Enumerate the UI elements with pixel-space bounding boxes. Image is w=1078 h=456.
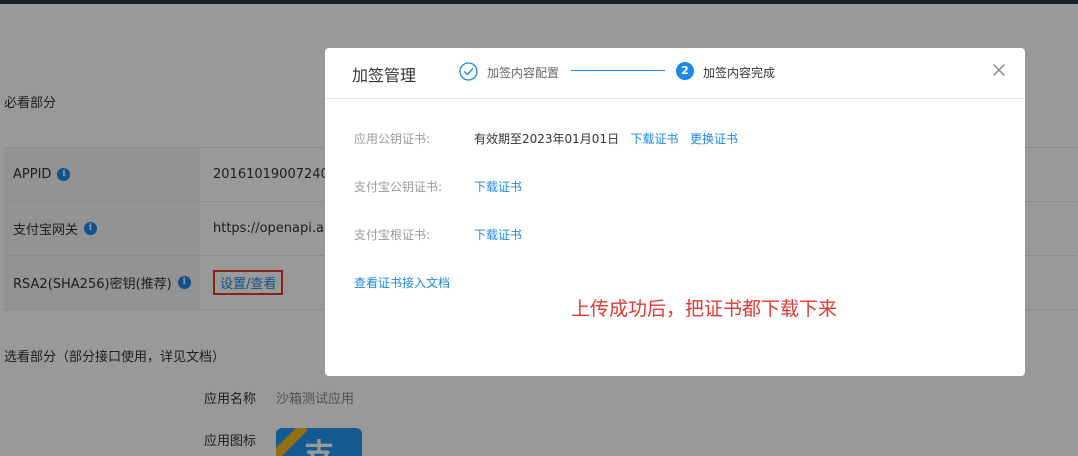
- annotation-text: 上传成功后，把证书都下载下来: [571, 298, 838, 320]
- step-connector: [571, 70, 665, 71]
- replace-app-cert-link[interactable]: 更换证书: [690, 132, 738, 146]
- signing-management-modal: 加签管理 加签内容配置 2 加签内容完成 应用公钥证书: 有效期至2023年01…: [325, 48, 1025, 376]
- alipay-public-cert-value: 下载证书: [474, 178, 522, 195]
- modal-header: 加签管理 加签内容配置 2 加签内容完成: [325, 48, 1025, 99]
- step-2-number: 2: [676, 62, 694, 80]
- modal-title: 加签管理: [352, 66, 417, 85]
- alipay-root-cert-value: 下载证书: [474, 226, 522, 243]
- step-2-label: 加签内容完成: [703, 66, 776, 80]
- app-public-cert-value: 有效期至2023年01月01日 下载证书 更换证书: [474, 130, 738, 147]
- cert-integration-doc-link[interactable]: 查看证书接入文档: [354, 274, 450, 291]
- cert-expiry-text: 有效期至2023年01月01日: [474, 132, 620, 146]
- close-icon[interactable]: [991, 62, 1007, 78]
- app-public-cert-label: 应用公钥证书:: [354, 132, 431, 146]
- download-app-cert-link[interactable]: 下载证书: [631, 132, 679, 146]
- alipay-root-cert-label: 支付宝根证书:: [354, 228, 431, 242]
- alipay-public-cert-label: 支付宝公钥证书:: [354, 180, 443, 194]
- step-complete-check-icon: [459, 62, 478, 81]
- download-alipay-public-cert-link[interactable]: 下载证书: [474, 180, 522, 194]
- step-1-label: 加签内容配置: [487, 66, 560, 80]
- download-alipay-root-cert-link[interactable]: 下载证书: [474, 228, 522, 242]
